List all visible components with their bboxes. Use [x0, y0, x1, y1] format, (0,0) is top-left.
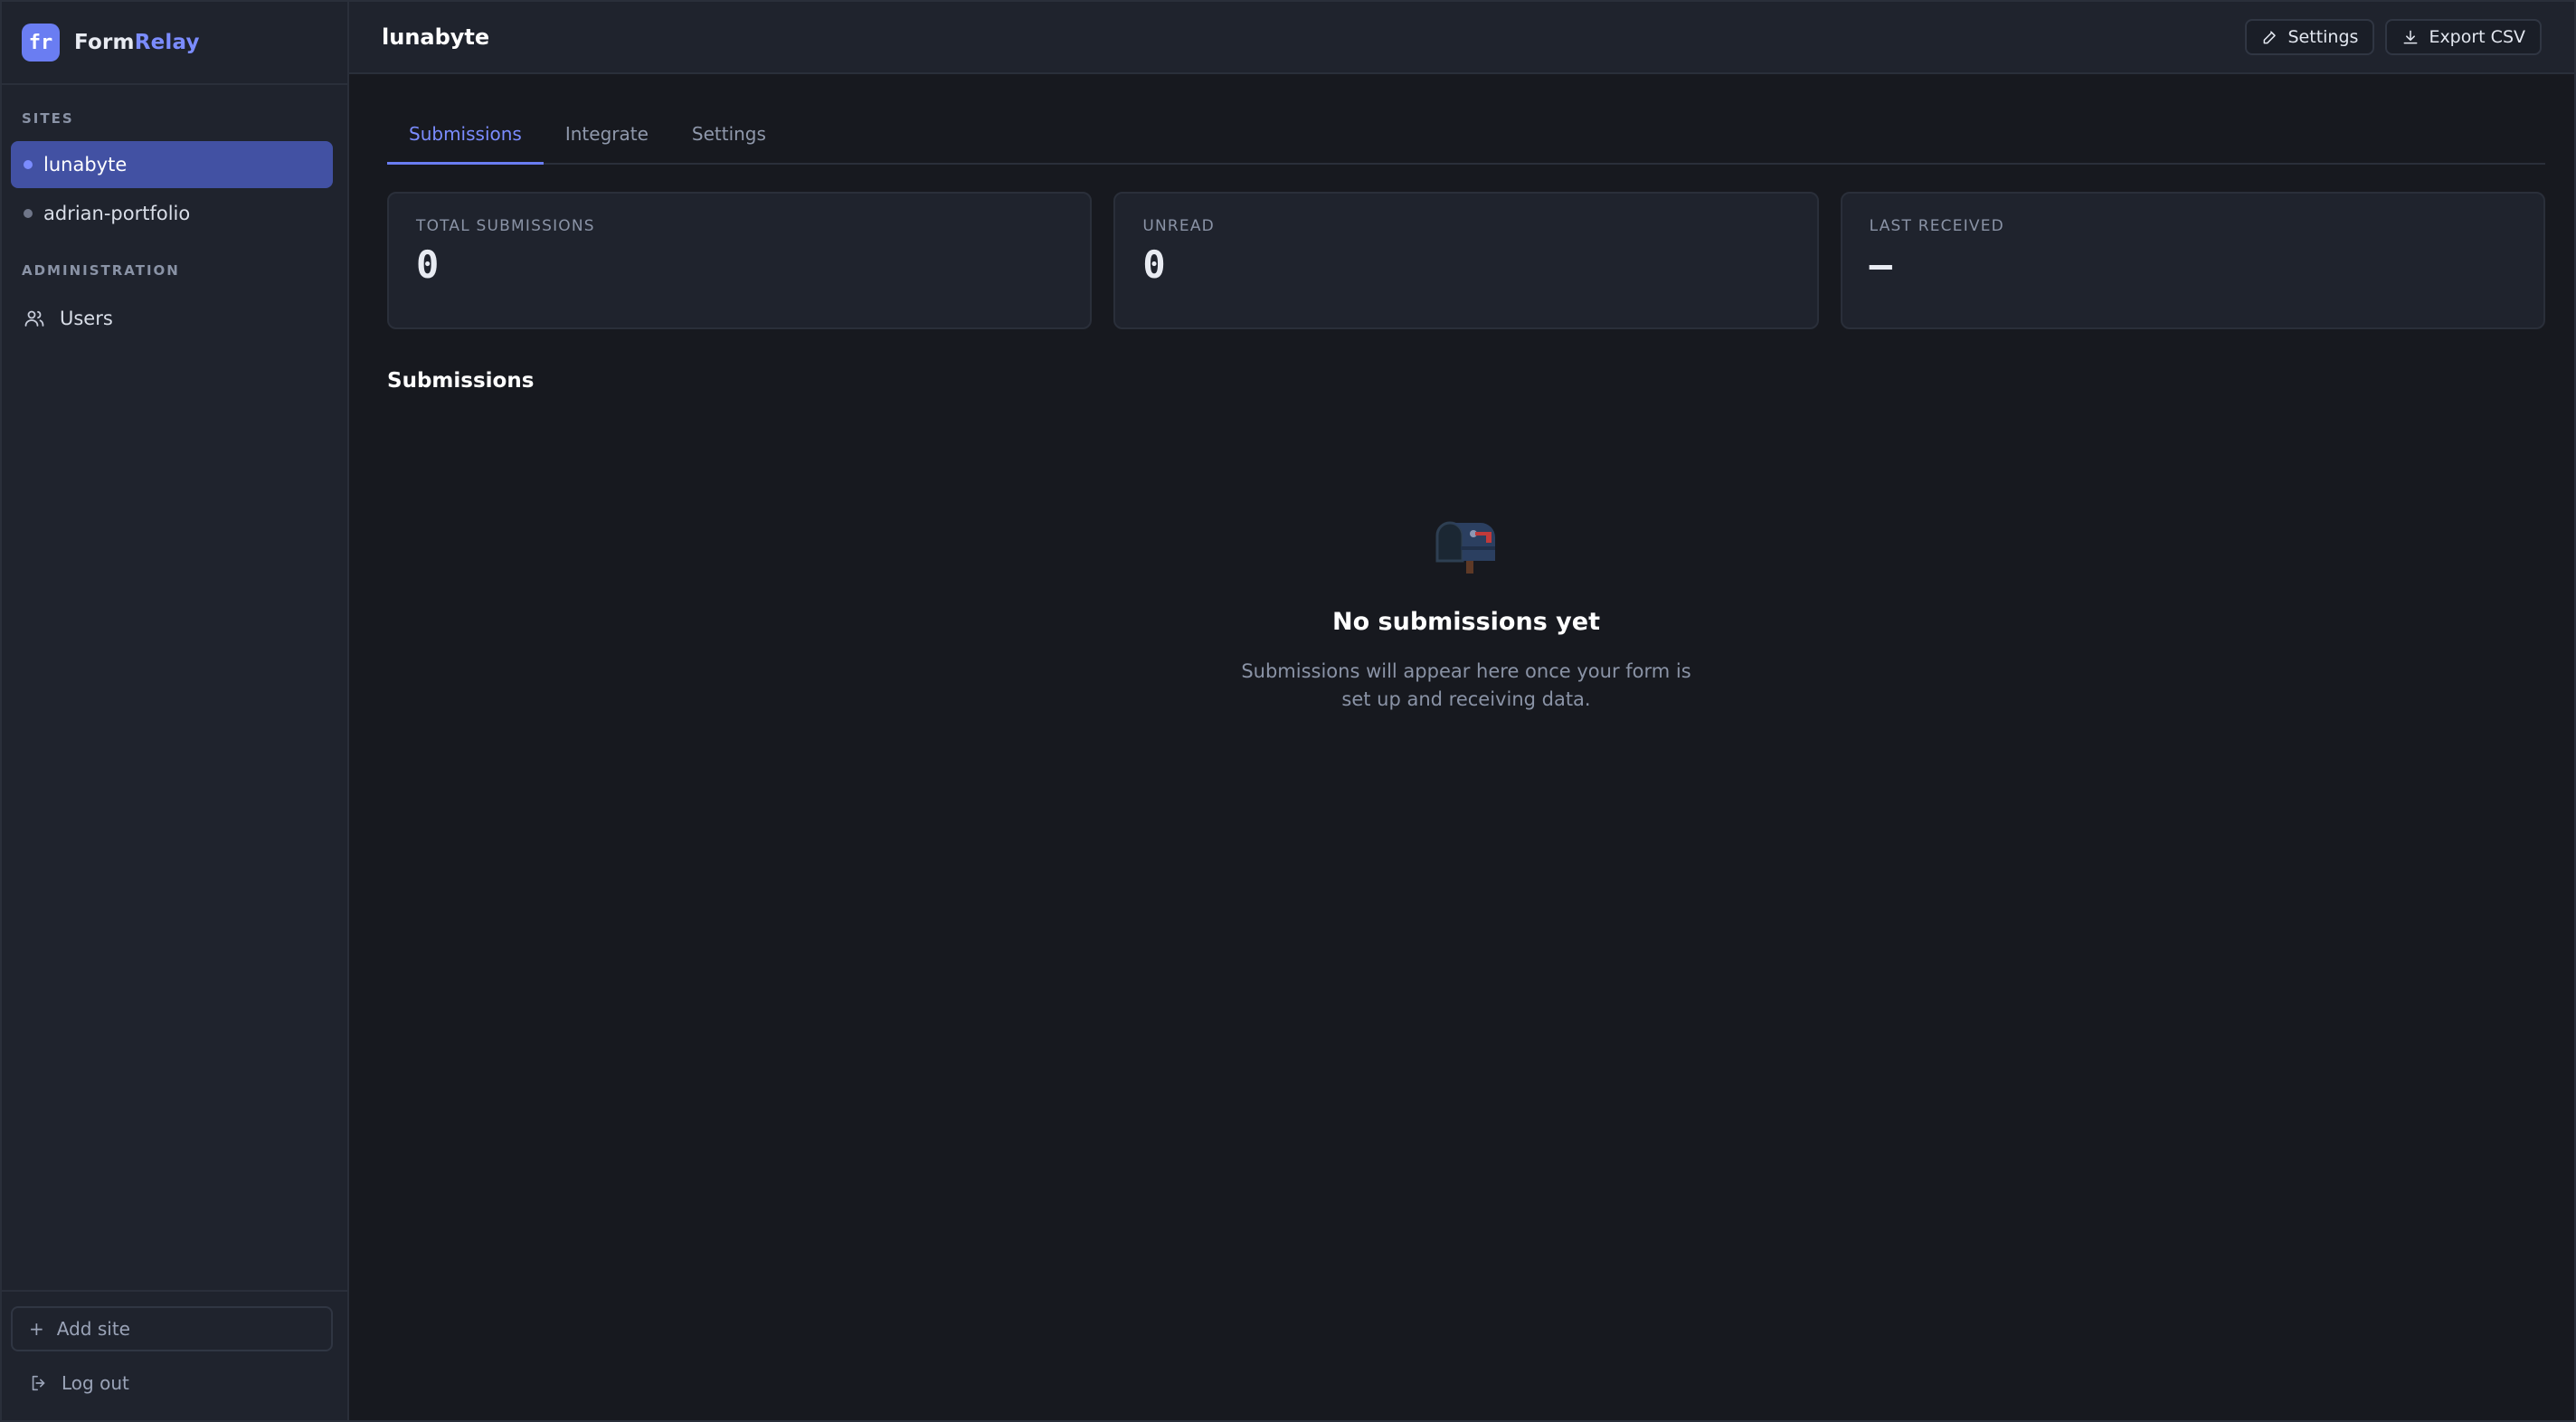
stat-value: 0 [1142, 242, 1166, 287]
stat-label: LAST RECEIVED [1869, 217, 2004, 235]
plus-icon: + [29, 1318, 44, 1340]
edit-icon [2263, 31, 2276, 44]
mailbox-icon [1435, 521, 1495, 574]
content: Submissions Integrate Settings TOTAL SUB… [349, 74, 2574, 714]
sidebar: fr FormRelay SITES lunabyte adrian-portf… [2, 2, 349, 1420]
app-window: fr FormRelay SITES lunabyte adrian-portf… [0, 0, 2576, 1422]
brand-name-part1: Form [74, 31, 135, 54]
brand[interactable]: fr FormRelay [2, 2, 347, 85]
sidebar-item-label: Users [60, 308, 113, 329]
tabs: Submissions Integrate Settings [387, 114, 2545, 165]
administration-section-label: ADMINISTRATION [22, 262, 180, 279]
stat-label: TOTAL SUBMISSIONS [416, 217, 595, 235]
tab-settings[interactable]: Settings [670, 114, 788, 163]
logout-label: Log out [62, 1372, 129, 1394]
stat-value: – [1869, 242, 1892, 287]
brand-name-part2: Relay [134, 31, 200, 54]
settings-button[interactable]: Settings [2244, 19, 2375, 55]
site-status-dot [24, 160, 33, 169]
sidebar-footer: + Add site Log out [2, 1290, 347, 1420]
topbar: lunabyte Settings Export CSV [349, 2, 2574, 74]
page-title: lunabyte [382, 24, 490, 50]
stat-card-unread: UNREAD 0 [1113, 192, 1819, 329]
export-csv-button[interactable]: Export CSV [2385, 19, 2542, 55]
sidebar-item-label: lunabyte [43, 154, 128, 175]
sidebar-item-lunabyte[interactable]: lunabyte [11, 141, 333, 188]
add-site-label: Add site [56, 1318, 130, 1340]
add-site-button[interactable]: + Add site [11, 1306, 333, 1351]
stat-card-total-submissions: TOTAL SUBMISSIONS 0 [387, 192, 1093, 329]
submissions-section-title: Submissions [387, 369, 535, 393]
main-area: lunabyte Settings Export CSV Submissions… [349, 2, 2574, 1420]
download-icon [2404, 30, 2418, 44]
tab-integrate[interactable]: Integrate [544, 114, 670, 163]
export-csv-button-label: Export CSV [2429, 27, 2525, 47]
site-status-dot [24, 209, 33, 218]
stat-value: 0 [416, 242, 440, 287]
stat-card-last-received: LAST RECEIVED – [1840, 192, 2545, 329]
brand-name: FormRelay [74, 31, 200, 54]
brand-logo: fr [22, 24, 60, 62]
sidebar-item-adrian-portfolio[interactable]: adrian-portfolio [11, 190, 333, 237]
sites-section-label: SITES [22, 110, 74, 127]
sidebar-item-label: adrian-portfolio [43, 203, 191, 224]
settings-button-label: Settings [2287, 27, 2359, 47]
logout-icon [32, 1375, 45, 1391]
empty-state-description: Submissions will appear here once your f… [1241, 660, 1691, 710]
users-icon [24, 310, 44, 327]
sidebar-item-users[interactable]: Users [11, 295, 333, 342]
logout-button[interactable]: Log out [11, 1360, 333, 1406]
empty-state: No submissions yet Submissions will appe… [387, 510, 2545, 714]
empty-state-title: No submissions yet [1331, 608, 1600, 636]
tab-submissions[interactable]: Submissions [387, 114, 544, 165]
stats-row: TOTAL SUBMISSIONS 0 UNREAD 0 LAST RECEIV… [387, 192, 2545, 329]
stat-label: UNREAD [1142, 217, 1215, 235]
topbar-actions: Settings Export CSV [2244, 19, 2542, 55]
